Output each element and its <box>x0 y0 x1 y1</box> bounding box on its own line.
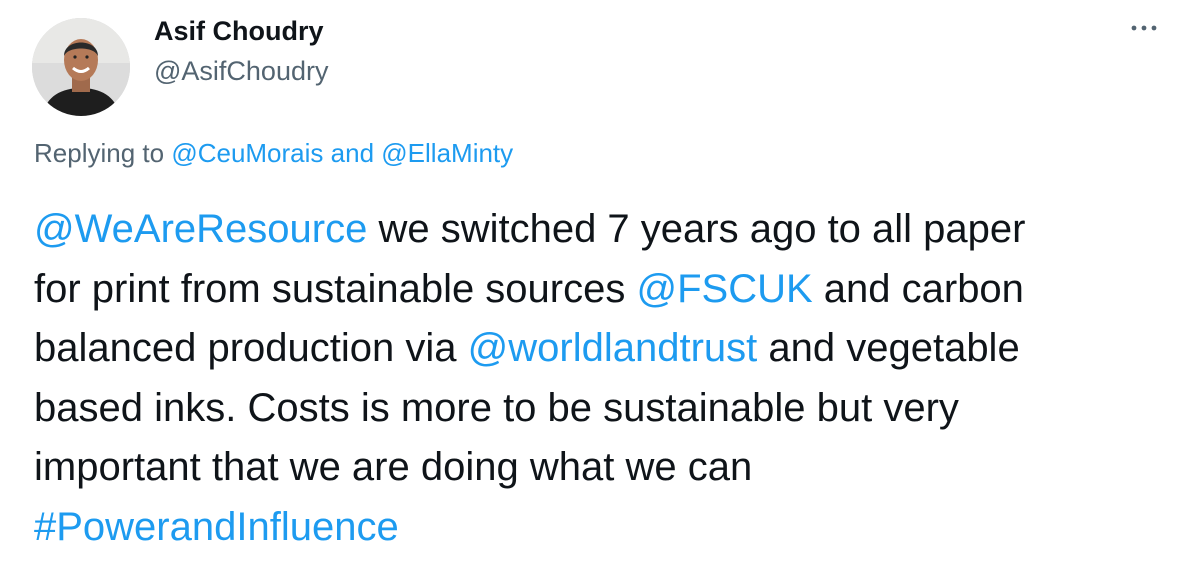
tweet-text: @WeAreResource we switched 7 years ago t… <box>34 200 1164 557</box>
avatar-photo <box>32 18 130 116</box>
tweet-text-segment: and carbon <box>812 266 1024 311</box>
replying-to-label: Replying to <box>34 138 165 168</box>
mention-link[interactable]: @WeAreResource <box>34 207 367 251</box>
tweet-line: for print from sustainable sources @FSCU… <box>34 260 1164 320</box>
author-handle[interactable]: @AsifChoudry <box>154 56 328 87</box>
mention-link[interactable]: @FSCUK <box>636 267 812 311</box>
tweet-text-segment: and vegetable <box>757 326 1020 370</box>
tweet-text-segment: balanced production via <box>34 326 468 370</box>
more-horizontal-icon[interactable] <box>1124 16 1164 40</box>
mention-link[interactable]: @CeuMorais <box>171 138 323 168</box>
tweet-line: based inks. Costs is more to be sustaina… <box>34 385 959 430</box>
replying-to: Replying to @CeuMorais and @EllaMinty <box>34 138 513 169</box>
tweet-line: important that we are doing what we can <box>34 445 753 489</box>
tweet-line: @WeAreResource we switched 7 years ago t… <box>34 200 1164 260</box>
tweet-text-segment: we switched 7 years ago to all paper <box>367 207 1026 251</box>
author-display-name[interactable]: Asif Choudry <box>154 16 324 47</box>
avatar[interactable] <box>32 18 130 116</box>
tweet-text-segment: for print from sustainable sources <box>34 266 637 311</box>
tweet-line: balanced production via @worldlandtrust … <box>34 319 1164 379</box>
replying-to-joiner: and <box>330 138 375 168</box>
mention-link[interactable]: @EllaMinty <box>381 138 513 168</box>
tweet-card: Asif Choudry @AsifChoudry Replying to @C… <box>0 0 1194 586</box>
mention-link[interactable]: @worldlandtrust <box>468 326 758 370</box>
tweet-line: #PowerandInfluence <box>34 498 1164 558</box>
hashtag-link[interactable]: #PowerandInfluence <box>34 505 399 549</box>
